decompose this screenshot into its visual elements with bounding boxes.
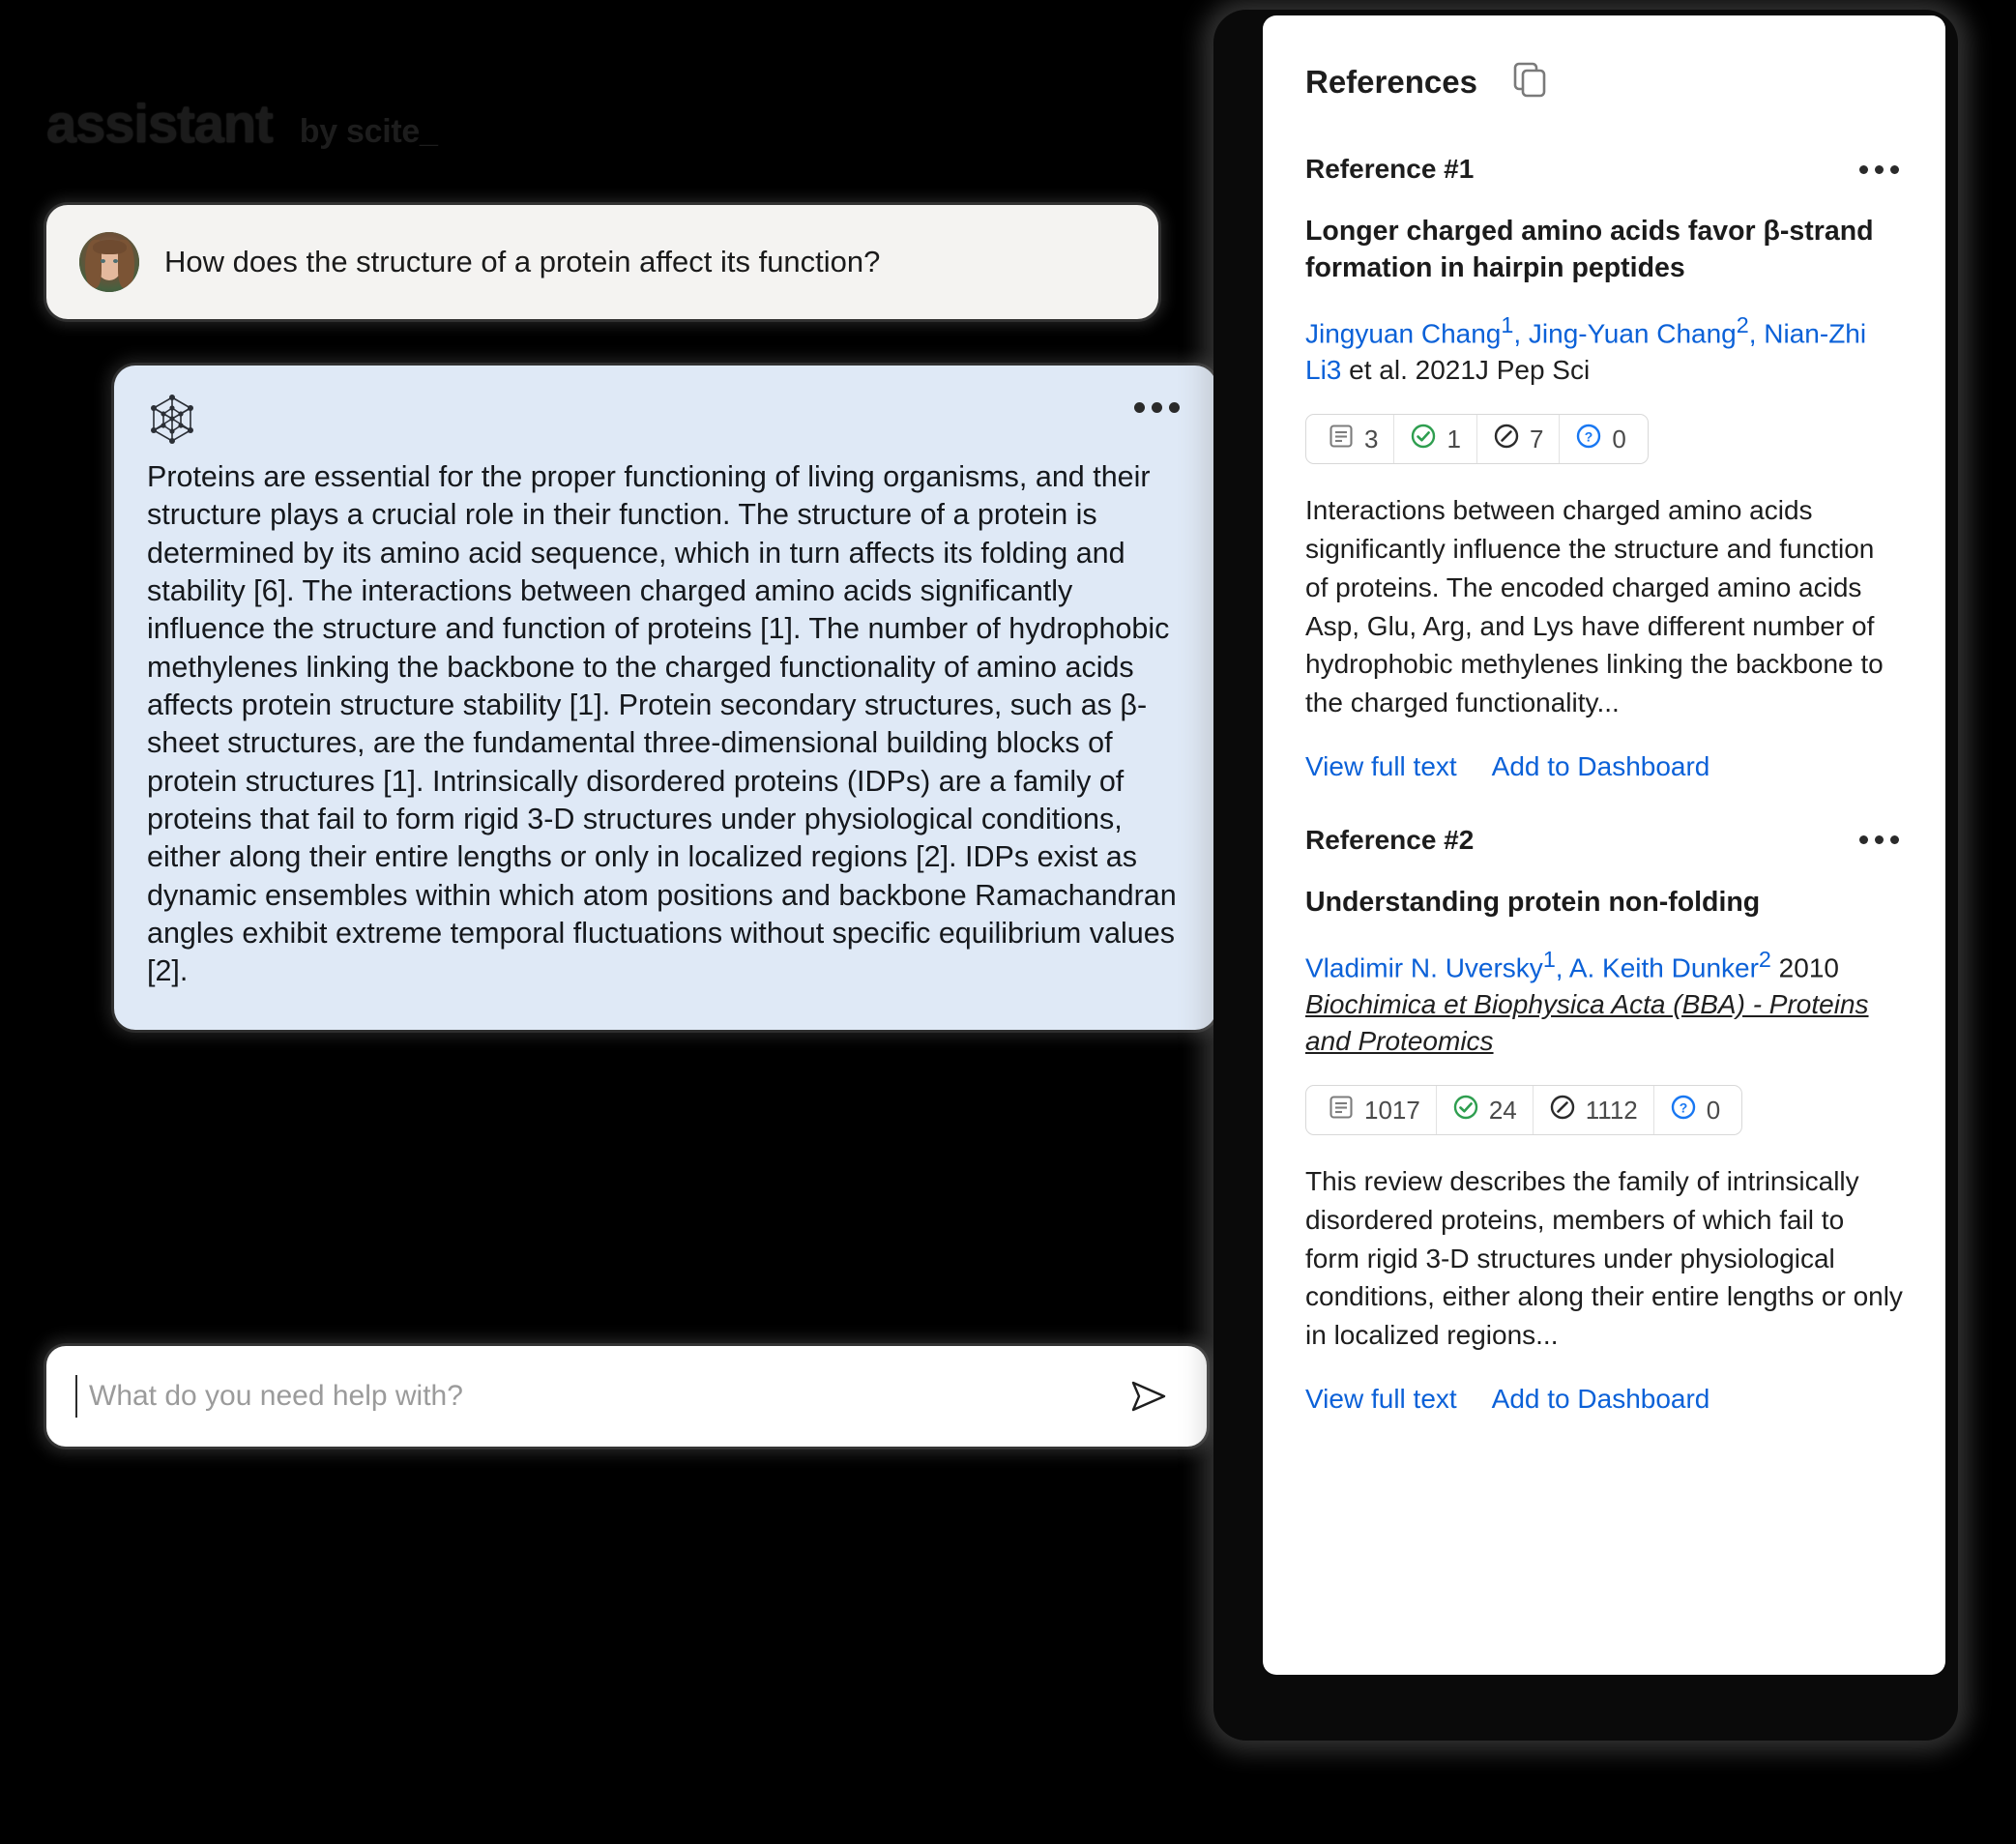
dot bbox=[1169, 402, 1180, 413]
metric-value: 1112 bbox=[1585, 1095, 1638, 1125]
reference-metrics: 1017 24 1112 ? 0 bbox=[1305, 1085, 1743, 1136]
reference-journal[interactable]: Biochimica et Biophysica Acta (BBA) - Pr… bbox=[1305, 989, 1869, 1056]
dot bbox=[1890, 164, 1899, 174]
reference-year: 2010 bbox=[1770, 951, 1839, 982]
metric-supporting[interactable]: 1 bbox=[1393, 415, 1475, 464]
reference-title: Longer charged amino acids favor β-stran… bbox=[1305, 216, 1874, 283]
reference-title: Understanding protein non-folding bbox=[1305, 886, 1761, 918]
metric-contrasting[interactable]: ? 0 bbox=[1652, 1086, 1736, 1135]
add-to-dashboard-link[interactable]: Add to Dashboard bbox=[1492, 1384, 1710, 1415]
reference-authors: Vladimir N. Uversky1, A. Keith Dunker2 2… bbox=[1305, 946, 1869, 1057]
metric-citations[interactable]: 1017 bbox=[1312, 1086, 1436, 1134]
dot bbox=[1859, 164, 1868, 174]
metric-value: 1 bbox=[1446, 424, 1461, 454]
reference-abstract: Interactions between charged amino acids… bbox=[1305, 495, 1884, 718]
app-screen: assistant by scite_ How does the structu… bbox=[0, 0, 2016, 1844]
metric-value: 7 bbox=[1529, 424, 1544, 454]
supporting-icon bbox=[1410, 423, 1437, 456]
metric-contrasting[interactable]: ? 0 bbox=[1559, 415, 1641, 464]
author-affiliation: 2 bbox=[1758, 946, 1771, 972]
author-affiliation: 2 bbox=[1736, 311, 1749, 337]
reference-item: Reference #1 Longer charged amino acids … bbox=[1305, 154, 1903, 782]
assistant-message-header bbox=[147, 395, 1183, 453]
view-full-text-link[interactable]: View full text bbox=[1305, 751, 1457, 782]
references-panel-header: References bbox=[1305, 60, 1903, 103]
assistant-message-bubble: Proteins are essential for the proper fu… bbox=[114, 366, 1216, 1030]
metric-value: 0 bbox=[1706, 1095, 1721, 1125]
svg-text:?: ? bbox=[1679, 1099, 1687, 1115]
assistant-message-menu-button[interactable] bbox=[1130, 395, 1183, 421]
dot bbox=[1152, 402, 1162, 413]
author-affiliation: 1 bbox=[1542, 946, 1556, 972]
reference-abstract: This review describes the family of intr… bbox=[1305, 1166, 1903, 1351]
supporting-icon bbox=[1452, 1094, 1479, 1127]
reference-authors: Jingyuan Chang1, Jing-Yuan Chang2, Nian-… bbox=[1305, 311, 1867, 386]
author-link[interactable]: Vladimir N. Uversky bbox=[1305, 952, 1543, 982]
metric-value: 1017 bbox=[1364, 1095, 1420, 1125]
reference-links: View full text Add to Dashboard bbox=[1305, 751, 1903, 782]
reference-links: View full text Add to Dashboard bbox=[1305, 1384, 1903, 1415]
view-full-text-link[interactable]: View full text bbox=[1305, 1384, 1457, 1415]
reference-header: Reference #2 bbox=[1305, 825, 1903, 856]
citations-icon bbox=[1328, 1094, 1355, 1127]
dot bbox=[1134, 402, 1145, 413]
dot bbox=[1875, 164, 1884, 174]
metric-citations[interactable]: 3 bbox=[1312, 415, 1393, 463]
metric-supporting[interactable]: 24 bbox=[1435, 1086, 1533, 1135]
brand-name: assistant bbox=[46, 93, 274, 154]
brand-logo: assistant by scite_ bbox=[46, 92, 438, 155]
contrasting-icon: ? bbox=[1575, 423, 1602, 456]
author-affiliation: 1 bbox=[1501, 311, 1514, 337]
dot bbox=[1875, 835, 1884, 845]
composer[interactable]: What do you need help with? bbox=[46, 1346, 1207, 1447]
metric-mentioning[interactable]: 1112 bbox=[1532, 1086, 1653, 1135]
reference-menu-button[interactable] bbox=[1855, 158, 1903, 182]
add-to-dashboard-link[interactable]: Add to Dashboard bbox=[1492, 751, 1710, 782]
citations-icon bbox=[1328, 423, 1355, 456]
author-link[interactable]: Jing-Yuan Chang bbox=[1529, 318, 1737, 348]
svg-text:?: ? bbox=[1585, 428, 1593, 444]
scite-molecule-icon bbox=[147, 395, 197, 445]
author-link[interactable]: A. Keith Dunker bbox=[1569, 952, 1759, 982]
metric-mentioning[interactable]: 7 bbox=[1475, 415, 1559, 464]
metric-value: 0 bbox=[1612, 424, 1626, 454]
reference-menu-button[interactable] bbox=[1855, 828, 1903, 852]
chat-column: assistant by scite_ How does the structu… bbox=[0, 0, 1228, 1844]
chat-input[interactable]: What do you need help with? bbox=[89, 1380, 1122, 1413]
send-icon[interactable] bbox=[1122, 1370, 1174, 1422]
avatar bbox=[79, 232, 139, 292]
reference-header: Reference #1 bbox=[1305, 154, 1903, 185]
reference-item: Reference #2 Understanding protein non-f… bbox=[1305, 825, 1903, 1415]
references-title: References bbox=[1305, 63, 1477, 100]
mentioning-icon bbox=[1493, 423, 1520, 456]
metric-value: 3 bbox=[1364, 424, 1379, 454]
reference-number: Reference #2 bbox=[1305, 824, 1475, 855]
user-message-bubble: How does the structure of a protein affe… bbox=[46, 205, 1158, 319]
copy-icon[interactable] bbox=[1510, 60, 1549, 103]
dot bbox=[1890, 835, 1899, 845]
user-message-text: How does the structure of a protein affe… bbox=[164, 244, 881, 278]
mentioning-icon bbox=[1549, 1094, 1576, 1127]
reference-number: Reference #1 bbox=[1305, 154, 1475, 184]
metric-value: 24 bbox=[1488, 1095, 1517, 1125]
text-cursor bbox=[75, 1375, 77, 1418]
assistant-message-text: Proteins are essential for the proper fu… bbox=[147, 460, 1177, 988]
reference-metrics: 3 1 7 ? 0 bbox=[1305, 414, 1649, 465]
brand-byline: by scite_ bbox=[299, 113, 438, 150]
author-link[interactable]: Jingyuan Chang bbox=[1305, 318, 1501, 348]
references-panel: References Reference #1 Longer charged a… bbox=[1263, 15, 1945, 1675]
dot bbox=[1859, 835, 1868, 845]
reference-meta: et al. 2021J Pep Sci bbox=[1341, 355, 1591, 386]
contrasting-icon: ? bbox=[1670, 1094, 1697, 1127]
